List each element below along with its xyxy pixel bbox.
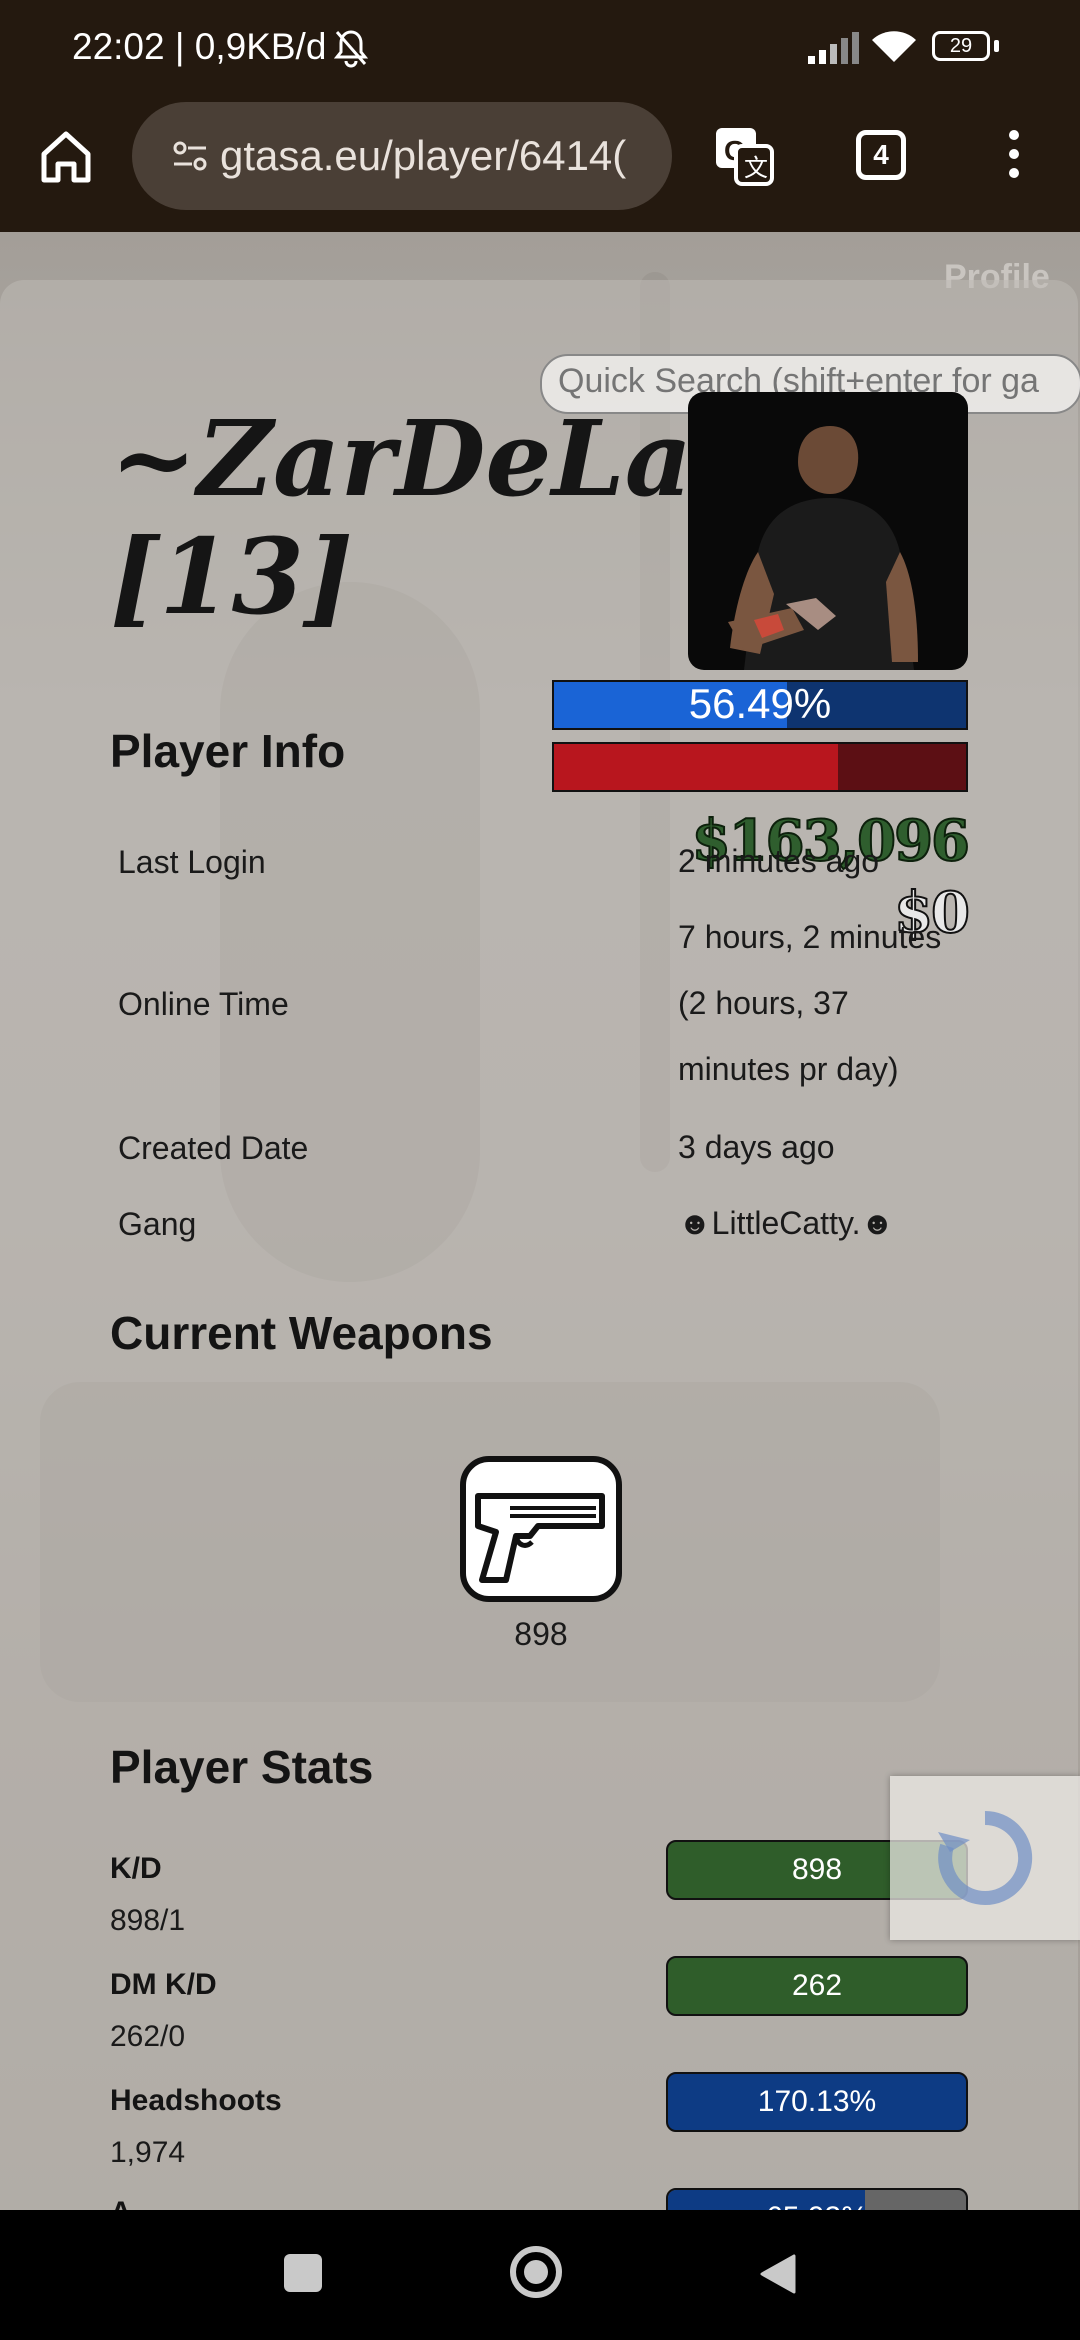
stat-name-dm-kd: DM K/D [110,1968,217,2001]
info-value-online-time-2: (2 hours, 37 [678,985,849,1021]
health-bar [552,742,968,792]
info-label-created-date: Created Date [118,1130,309,1166]
browser-toolbar: gtasa.eu/player/6414( G文 4 [0,100,1080,232]
current-weapons-heading: Current Weapons [110,1307,493,1359]
armor-bar: 56.49% [552,680,968,730]
armor-percent: 56.49% [688,680,832,727]
stat-sub-headshoots: 1,974 [110,2136,186,2169]
battery-icon: 29 [932,31,990,61]
info-label-last-login: Last Login [118,844,266,880]
url-text: gtasa.eu/player/6414( [220,132,627,179]
home-nav-button[interactable] [510,2246,562,2298]
stat-pill-dm-kd: 262 [666,1956,968,2016]
player-stats-heading: Player Stats [110,1741,374,1793]
battery-nub [994,40,999,52]
bell-muted-icon [333,28,369,73]
info-value-gang[interactable]: ☻LittleCatty.☻ [678,1190,894,1256]
status-time: 22:02 | 0,9KB/d [72,26,327,67]
recaptcha-badge[interactable] [890,1776,1080,1940]
info-value-online-time-1: 7 hours, 2 minutes [678,919,942,955]
recents-button[interactable] [284,2254,322,2292]
info-value-last-login: 2 minutes ago [678,843,880,879]
signal-icon [808,32,860,69]
system-nav-bar [0,2210,1080,2340]
wifi-icon [870,28,918,69]
weapon-ammo: 898 [514,1616,568,1652]
tab-switcher-button[interactable]: 4 [856,130,906,180]
health-bar-fill [554,744,839,790]
stat-name-kd: K/D [110,1852,162,1885]
more-options-icon[interactable] [1006,130,1022,190]
translate-icon[interactable]: G文 [712,124,776,188]
home-icon[interactable] [36,126,96,186]
site-settings-icon[interactable] [172,140,208,177]
player-avatar [688,392,968,670]
pistol-icon [460,1456,622,1602]
stat-pill-headshoots: 170.13% [666,2072,968,2132]
recaptcha-icon [938,1810,1033,1905]
address-bar[interactable]: gtasa.eu/player/6414( [132,102,672,210]
status-bar: 22:02 | 0,9KB/d 29 [0,0,1080,100]
info-label-gang: Gang [118,1206,197,1242]
back-icon[interactable] [758,2252,798,2301]
info-value-created-date: 3 days ago [678,1129,835,1165]
info-label-online-time: Online Time [118,986,289,1022]
svg-text:文: 文 [744,155,768,182]
stat-sub-dm-kd: 262/0 [110,2020,186,2053]
player-info-heading: Player Info [110,725,346,777]
stat-name-headshoots: Headshoots [110,2084,282,2117]
info-value-online-time-3: minutes pr day) [678,1051,899,1087]
stat-sub-kd: 898/1 [110,1904,186,1937]
